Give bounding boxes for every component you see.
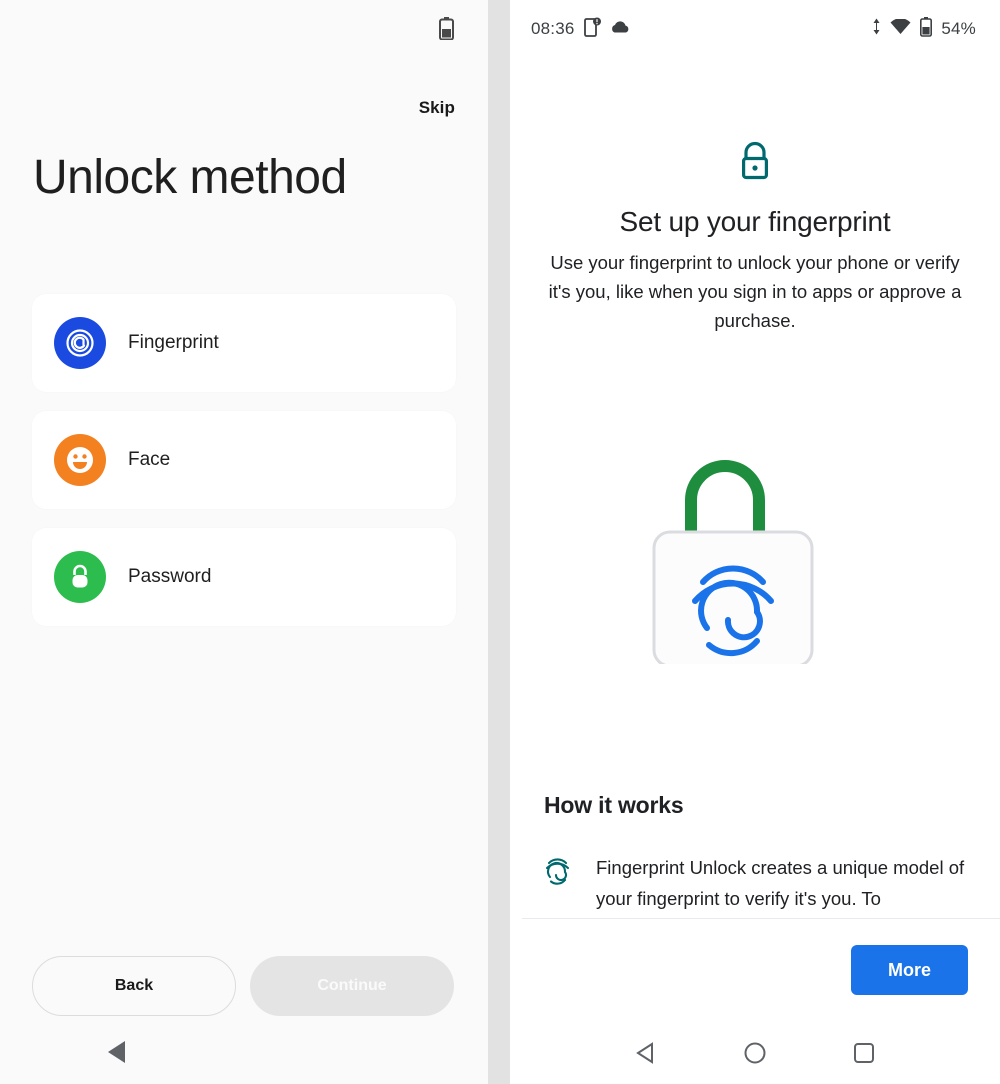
option-label: Password [128, 566, 212, 587]
more-button[interactable]: More [851, 945, 968, 995]
right-status-bar: 08:36 54% [510, 0, 1000, 58]
nav-back-triangle-icon[interactable] [104, 1038, 130, 1071]
padlock-fingerprint-illustration [510, 432, 1000, 664]
how-it-works-heading: How it works [544, 792, 684, 818]
content-divider [522, 918, 1000, 919]
lock-icon [54, 551, 106, 603]
data-transfer-icon [872, 18, 881, 40]
left-phone-screen: Skip Unlock method Fingerprint Face Pass… [0, 0, 488, 1084]
continue-button[interactable]: Continue [250, 956, 454, 1016]
setup-description: Use your fingerprint to unlock your phon… [548, 252, 962, 331]
right-phone-screen: 08:36 54% Set up your fingerprint Use yo… [510, 0, 1000, 1084]
page-title: Unlock method [33, 151, 347, 204]
how-it-works-item: Fingerprint Unlock creates a unique mode… [544, 852, 982, 918]
unlock-method-options: Fingerprint Face Password [32, 294, 456, 645]
option-label: Fingerprint [128, 332, 219, 353]
fingerprint-icon [544, 852, 574, 918]
fingerprint-icon [54, 317, 106, 369]
battery-icon [920, 16, 933, 42]
right-navigation-bar [510, 1022, 1000, 1084]
status-bar-left-group: 08:36 [531, 17, 631, 42]
nav-home-circle-icon[interactable] [733, 1031, 777, 1075]
option-label: Face [128, 449, 171, 470]
panel-divider [488, 0, 510, 1084]
option-face[interactable]: Face [32, 411, 456, 509]
option-fingerprint[interactable]: Fingerprint [32, 294, 456, 392]
nav-recents-square-icon[interactable] [842, 1031, 886, 1075]
left-action-bar: Back Continue [32, 956, 456, 1016]
battery-percent-label: 54% [941, 19, 976, 38]
option-password[interactable]: Password [32, 528, 456, 626]
face-smile-icon [54, 434, 106, 486]
setup-title: Set up your fingerprint [619, 206, 891, 237]
dual-screenshot-container: Skip Unlock method Fingerprint Face Pass… [0, 0, 1000, 1084]
status-bar-clock: 08:36 [531, 19, 575, 38]
left-navigation-bar [0, 1024, 488, 1084]
back-button[interactable]: Back [32, 956, 236, 1016]
nav-back-triangle-icon[interactable] [624, 1031, 668, 1075]
cloud-icon [610, 20, 631, 39]
phone-alert-icon [583, 17, 601, 42]
status-bar-right-group: 54% [872, 16, 976, 42]
how-it-works-text: Fingerprint Unlock creates a unique mode… [596, 857, 965, 909]
wifi-icon [890, 17, 911, 40]
battery-icon [439, 16, 454, 40]
header-lock-icon-wrap [510, 140, 1000, 187]
skip-button[interactable]: Skip [419, 98, 455, 118]
left-status-bar [0, 0, 488, 56]
lock-icon [736, 140, 774, 187]
